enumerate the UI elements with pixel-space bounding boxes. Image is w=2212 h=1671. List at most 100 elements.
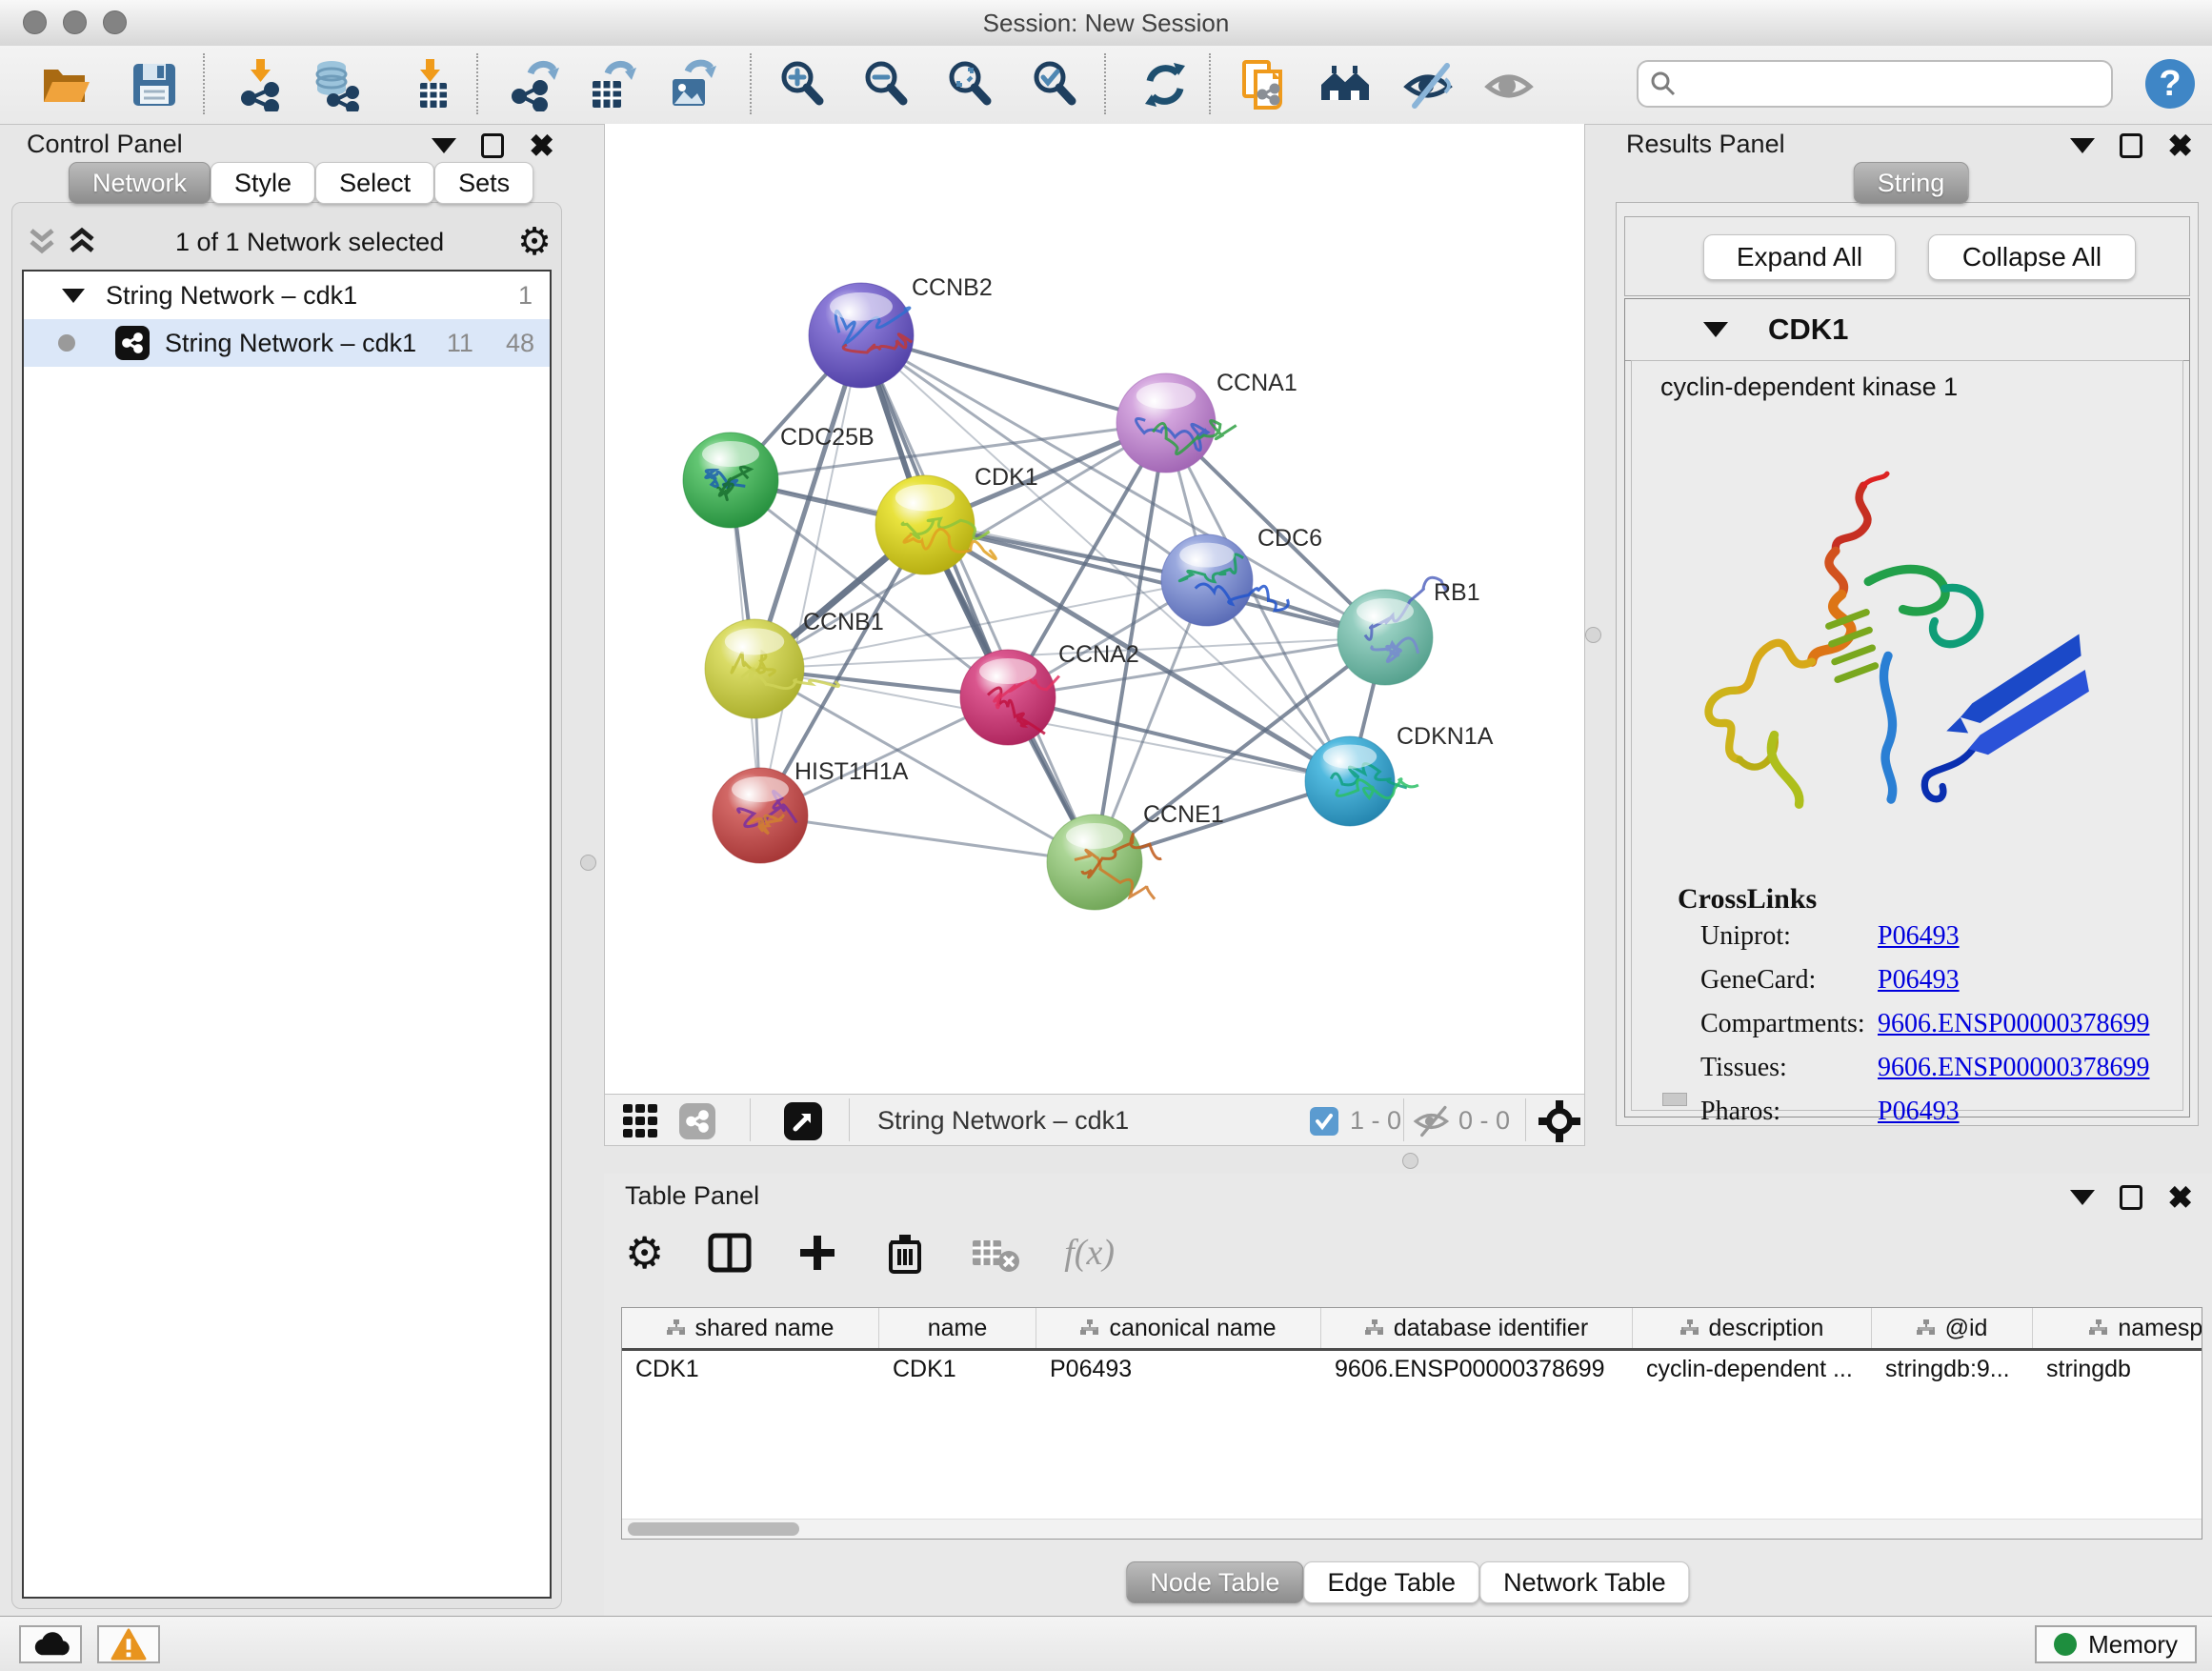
crosslink-link[interactable]: P06493	[1878, 921, 1960, 965]
help-button[interactable]: ?	[2145, 59, 2195, 109]
create-column-icon[interactable]	[795, 1231, 839, 1275]
show-columns-icon[interactable]	[708, 1231, 752, 1275]
network-node-rb1[interactable]	[1337, 577, 1447, 685]
show-graphics-details-icon[interactable]	[1484, 58, 1538, 111]
control-panel-close-button[interactable]: ✖	[529, 133, 554, 158]
node-card-header[interactable]: CDK1	[1625, 299, 2189, 361]
expand-all-button[interactable]: Expand All	[1703, 234, 1896, 280]
crosslink-link[interactable]: P06493	[1878, 965, 1960, 1009]
tab-network-table[interactable]: Network Table	[1479, 1561, 1690, 1603]
crosslink-link[interactable]: P06493	[1878, 1097, 1960, 1140]
network-node-label: CDK1	[975, 464, 1038, 491]
zoom-selected-icon[interactable]	[1029, 58, 1082, 111]
column-header-canonical-name[interactable]: canonical name	[1036, 1308, 1321, 1348]
table-cell[interactable]: P06493	[1036, 1351, 1321, 1387]
network-node-cdkn1a[interactable]	[1305, 736, 1418, 826]
results-scrollbar-thumb[interactable]	[1662, 1093, 1687, 1106]
export-image-icon[interactable]	[665, 58, 718, 111]
table-row[interactable]: CDK1CDK1P064939606.ENSP00000378699cyclin…	[622, 1351, 2202, 1387]
selected-items-checkbox[interactable]	[1310, 1107, 1338, 1136]
network-options-gear-icon[interactable]: ⚙	[517, 223, 552, 261]
column-header-database-identifier[interactable]: database identifier	[1321, 1308, 1633, 1348]
network-node-cdc25b[interactable]	[683, 433, 778, 528]
network-canvas[interactable]: CCNB2CCNA1CDC25BCDK1CDC6RB1CCNB1CCNA2CDK…	[604, 124, 1585, 1094]
collapse-all-button[interactable]: Collapse All	[1928, 234, 2136, 280]
clone-network-icon[interactable]	[1238, 58, 1292, 111]
table-panel-float-button[interactable]	[2120, 1185, 2142, 1210]
hide-graphics-details-icon[interactable]	[1403, 58, 1457, 111]
import-network-from-database-icon[interactable]	[311, 58, 364, 111]
network-collection-label: String Network – cdk1	[106, 281, 518, 311]
open-session-icon[interactable]	[39, 58, 92, 111]
network-row[interactable]: String Network – cdk1 11 48	[24, 319, 550, 367]
expand-all-icon[interactable]	[62, 225, 102, 259]
zoom-fit-icon[interactable]	[944, 58, 997, 111]
crosslink-link[interactable]: 9606.ENSP00000378699	[1878, 1009, 2149, 1053]
network-node-ccnb2[interactable]	[809, 283, 914, 388]
collapse-all-icon[interactable]	[22, 225, 62, 259]
results-panel-close-button[interactable]: ✖	[2167, 133, 2193, 158]
network-node-ccna2[interactable]	[960, 650, 1059, 745]
search-input[interactable]	[1686, 69, 2100, 100]
import-network-icon[interactable]	[234, 58, 288, 111]
tab-edge-table[interactable]: Edge Table	[1303, 1561, 1479, 1603]
birds-eye-view-icon[interactable]	[1538, 1100, 1580, 1142]
home-icon[interactable]	[1318, 58, 1372, 111]
table-cell[interactable]: CDK1	[622, 1351, 879, 1387]
table-cell[interactable]: stringdb	[2033, 1351, 2202, 1387]
table-cell[interactable]: CDK1	[879, 1351, 1036, 1387]
tab-network[interactable]: Network	[69, 162, 211, 204]
network-node-ccne1[interactable]	[1047, 815, 1161, 910]
delete-column-icon[interactable]	[883, 1231, 927, 1275]
tab-sets[interactable]: Sets	[434, 162, 533, 204]
refresh-icon[interactable]	[1138, 58, 1192, 111]
tab-string[interactable]: String	[1854, 162, 1969, 204]
network-view-type-icon[interactable]	[679, 1103, 715, 1139]
node-card-expander-icon[interactable]	[1703, 322, 1728, 337]
network-node-hist1h1a[interactable]	[713, 768, 808, 863]
table-horizontal-scrollbar[interactable]	[622, 1519, 2202, 1539]
column-header-namespace[interactable]: namespace	[2033, 1308, 2202, 1348]
import-table-icon[interactable]	[404, 58, 457, 111]
detach-view-icon[interactable]	[784, 1102, 822, 1140]
right-splitter-handle[interactable]	[1585, 627, 1601, 643]
results-panel-menu-button[interactable]	[2070, 138, 2095, 153]
zoom-in-icon[interactable]	[776, 58, 830, 111]
export-table-icon[interactable]	[585, 58, 638, 111]
hidden-items-icon[interactable]	[1413, 1105, 1453, 1137]
tab-style[interactable]: Style	[211, 162, 315, 204]
cloud-status-button[interactable]	[19, 1625, 82, 1663]
collection-expander-icon[interactable]	[62, 289, 85, 303]
save-session-icon[interactable]	[128, 58, 181, 111]
warnings-button[interactable]	[97, 1625, 160, 1663]
table-scrollbar-thumb[interactable]	[628, 1522, 799, 1536]
results-panel-float-button[interactable]	[2120, 133, 2142, 158]
function-builder-icon[interactable]: f(x)	[1064, 1232, 1115, 1274]
table-cell[interactable]: 9606.ENSP00000378699	[1321, 1351, 1633, 1387]
network-edge[interactable]	[760, 815, 1095, 862]
column-header-description[interactable]: description	[1633, 1308, 1872, 1348]
table-panel-menu-button[interactable]	[2070, 1190, 2095, 1205]
export-network-icon[interactable]	[508, 58, 561, 111]
tab-select[interactable]: Select	[315, 162, 434, 204]
horizontal-splitter-handle[interactable]	[1402, 1153, 1418, 1169]
control-panel-float-button[interactable]	[481, 133, 504, 158]
control-panel-menu-button[interactable]	[432, 138, 456, 153]
left-splitter-handle[interactable]	[580, 855, 596, 871]
column-header-shared-name[interactable]: shared name	[622, 1308, 879, 1348]
network-collection-row[interactable]: String Network – cdk1 1	[24, 272, 550, 319]
tab-node-table[interactable]: Node Table	[1126, 1561, 1303, 1603]
memory-button[interactable]: Memory	[2035, 1625, 2197, 1663]
zoom-out-icon[interactable]	[860, 58, 914, 111]
search-field[interactable]	[1637, 60, 2113, 108]
table-panel-close-button[interactable]: ✖	[2167, 1185, 2193, 1210]
network-edge[interactable]	[760, 335, 861, 815]
table-cell[interactable]: cyclin-dependent ...	[1633, 1351, 1872, 1387]
table-options-gear-icon[interactable]: ⚙	[625, 1234, 664, 1272]
column-header--id[interactable]: @id	[1872, 1308, 2033, 1348]
column-header-name[interactable]: name	[879, 1308, 1036, 1348]
crosslink-link[interactable]: 9606.ENSP00000378699	[1878, 1053, 2149, 1097]
table-cell[interactable]: stringdb:9...	[1872, 1351, 2033, 1387]
delete-table-icon[interactable]	[971, 1231, 1020, 1275]
grid-mode-icon[interactable]	[622, 1103, 658, 1139]
